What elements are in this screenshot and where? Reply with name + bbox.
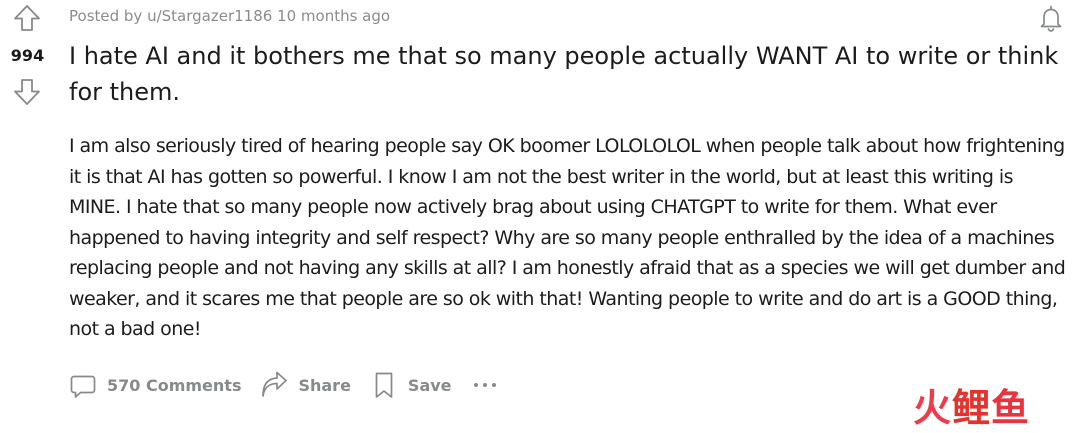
bookmark-icon xyxy=(369,370,399,400)
save-label: Save xyxy=(407,375,452,395)
share-arrow-icon xyxy=(259,370,289,400)
post-meta: Posted by u/Stargazer1186 10 months ago xyxy=(69,7,391,25)
arrow-down-outline-icon xyxy=(14,79,40,105)
comments-label: 570 Comments xyxy=(107,375,242,395)
comments-button[interactable]: 570 Comments xyxy=(64,366,245,404)
vote-score: 994 xyxy=(10,46,45,65)
save-button[interactable]: Save xyxy=(365,366,456,404)
speech-bubble-icon xyxy=(68,370,98,400)
arrow-up-outline-icon xyxy=(14,5,40,31)
post-body: I am also seriously tired of hearing peo… xyxy=(69,135,1066,340)
more-options-button[interactable] xyxy=(466,366,504,404)
vote-column: 994 xyxy=(0,0,56,120)
post-action-bar: 570 Comments Share Save xyxy=(64,366,504,404)
share-button[interactable]: Share xyxy=(255,366,354,404)
post-title[interactable]: I hate AI and it bothers me that so many… xyxy=(69,38,1064,110)
bell-icon xyxy=(1040,5,1062,32)
watermark-logo: 火鲤鱼 xyxy=(913,386,1031,430)
ellipsis-icon xyxy=(473,383,496,387)
share-label: Share xyxy=(298,375,351,395)
downvote-button[interactable] xyxy=(12,77,42,107)
upvote-button[interactable] xyxy=(12,3,42,33)
notification-bell-button[interactable] xyxy=(1036,3,1066,33)
